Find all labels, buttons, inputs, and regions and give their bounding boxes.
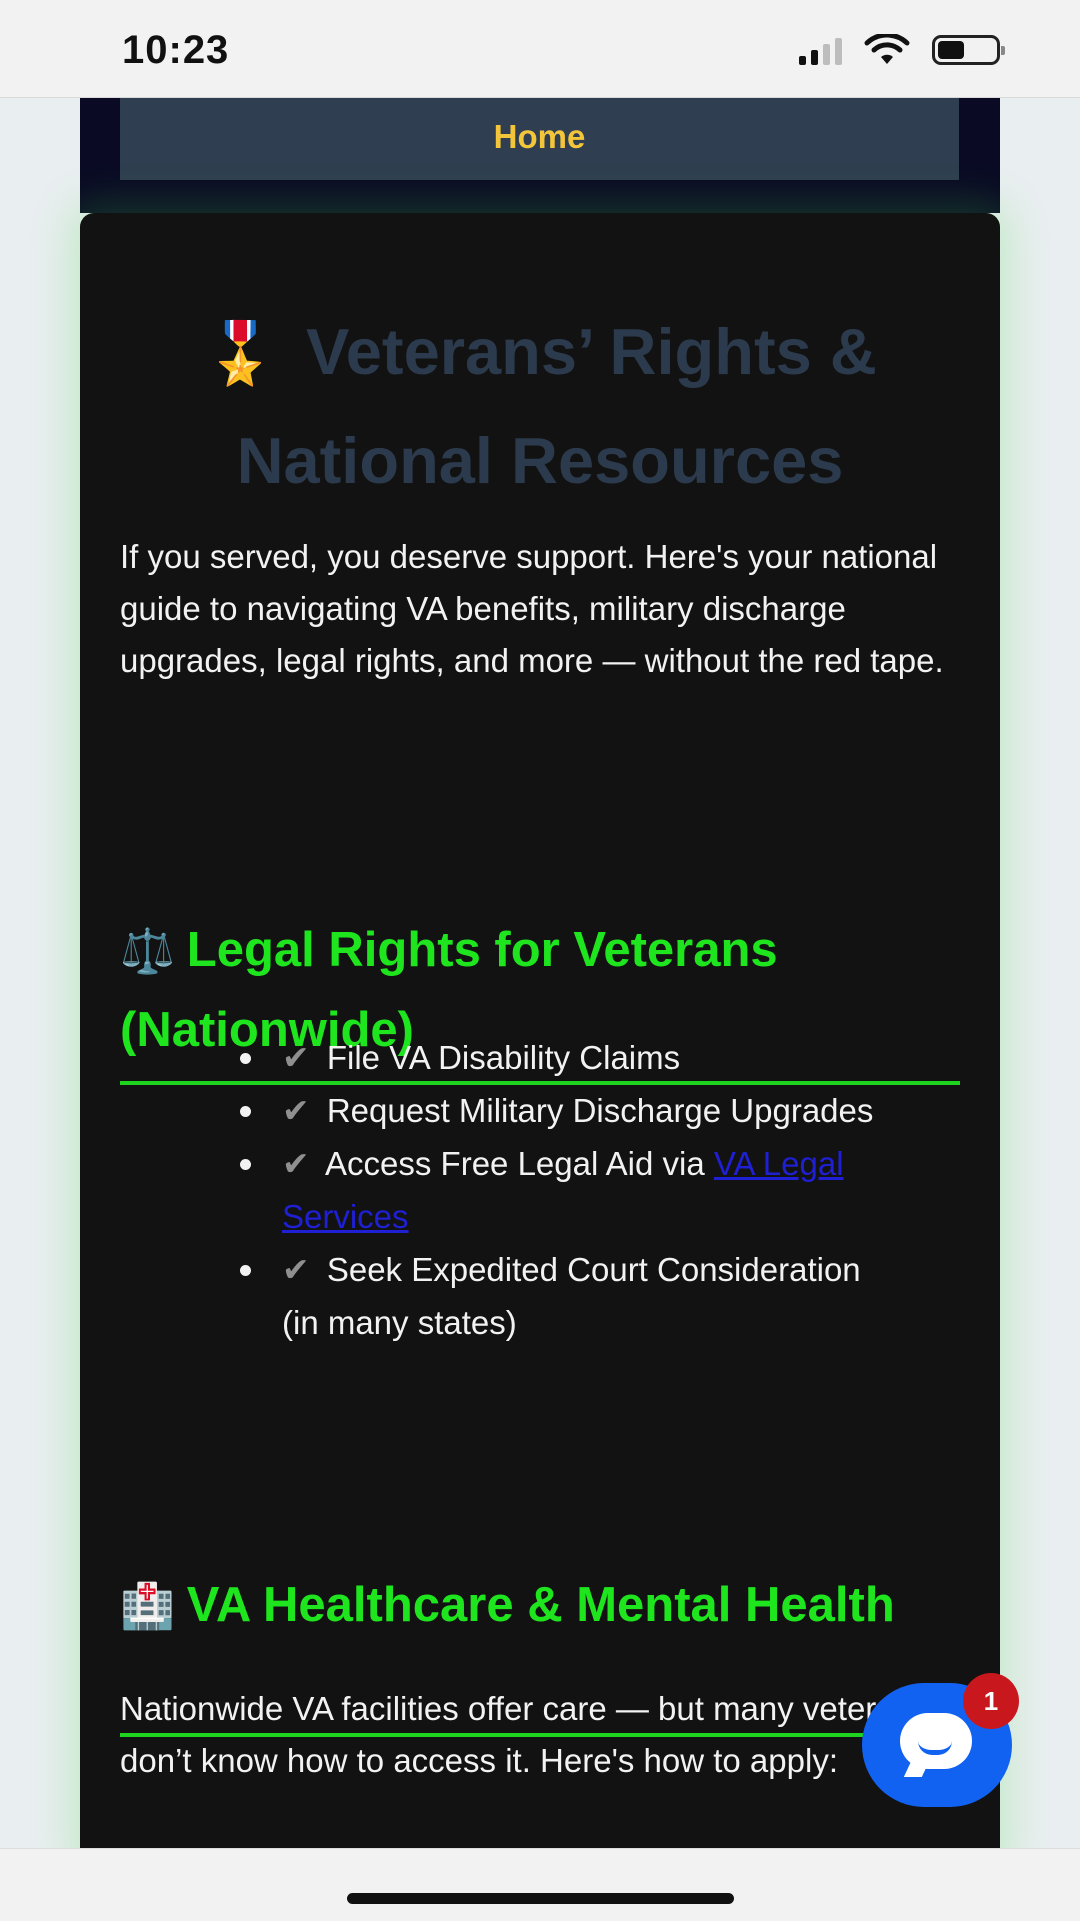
healthcare-paragraph: Nationwide VA facilities offer care — bu… (120, 1690, 930, 1779)
page-title-text: Veterans’ Rights & National Resources (236, 315, 877, 497)
scales-icon: ⚖️ (120, 927, 175, 976)
list-item-text: Request Military Discharge Upgrades (326, 1092, 874, 1129)
web-page[interactable]: Home 🎖️ Veterans’ Rights & National Reso… (0, 98, 1080, 1848)
checkmark-icon: ✔ (282, 1251, 310, 1288)
list-item: ✔ Seek Expedited Court Consideration (in… (240, 1243, 880, 1349)
page-title: 🎖️ Veterans’ Rights & National Resources (120, 298, 960, 514)
list-item: ✔ Access Free Legal Aid via VA Legal Ser… (240, 1137, 880, 1243)
notification-badge: 1 (963, 1673, 1019, 1729)
checkmark-icon: ✔ (282, 1145, 310, 1182)
home-indicator[interactable] (347, 1893, 734, 1904)
list-item-text: File VA Disability Claims (326, 1039, 681, 1076)
checkmark-icon: ✔ (282, 1039, 310, 1076)
healthcare-heading: 🏥 VA Healthcare & Mental Health (120, 1566, 960, 1646)
list-item-text: Access Free Legal Aid via (325, 1145, 714, 1182)
bottom-bar (0, 1848, 1080, 1921)
top-navigation: Home (80, 98, 1000, 213)
hospital-icon: 🏥 (120, 1582, 175, 1631)
content-card: 🎖️ Veterans’ Rights & National Resources… (80, 213, 1000, 1848)
home-nav-link[interactable]: Home (120, 98, 959, 180)
healthcare-heading-text: VA Healthcare & Mental Health (186, 1578, 895, 1632)
list-item: ✔ Request Military Discharge Upgrades (240, 1084, 880, 1137)
cellular-signal-icon (799, 35, 842, 65)
wifi-icon (864, 34, 910, 64)
medal-icon: 🎖️ (203, 320, 278, 387)
list-item: ✔ File VA Disability Claims (240, 1031, 880, 1084)
intro-paragraph: If you served, you deserve support. Here… (120, 538, 944, 679)
battery-icon (932, 35, 1005, 65)
checkmark-icon: ✔ (282, 1092, 310, 1129)
status-bar: 10:23 (0, 0, 1080, 98)
legal-rights-list: ✔ File VA Disability Claims ✔ Request Mi… (240, 1031, 880, 1349)
clock-time: 10:23 (122, 28, 230, 72)
list-item-text: Seek Expedited Court Consideration (in m… (282, 1251, 861, 1341)
status-icons (799, 34, 1005, 66)
